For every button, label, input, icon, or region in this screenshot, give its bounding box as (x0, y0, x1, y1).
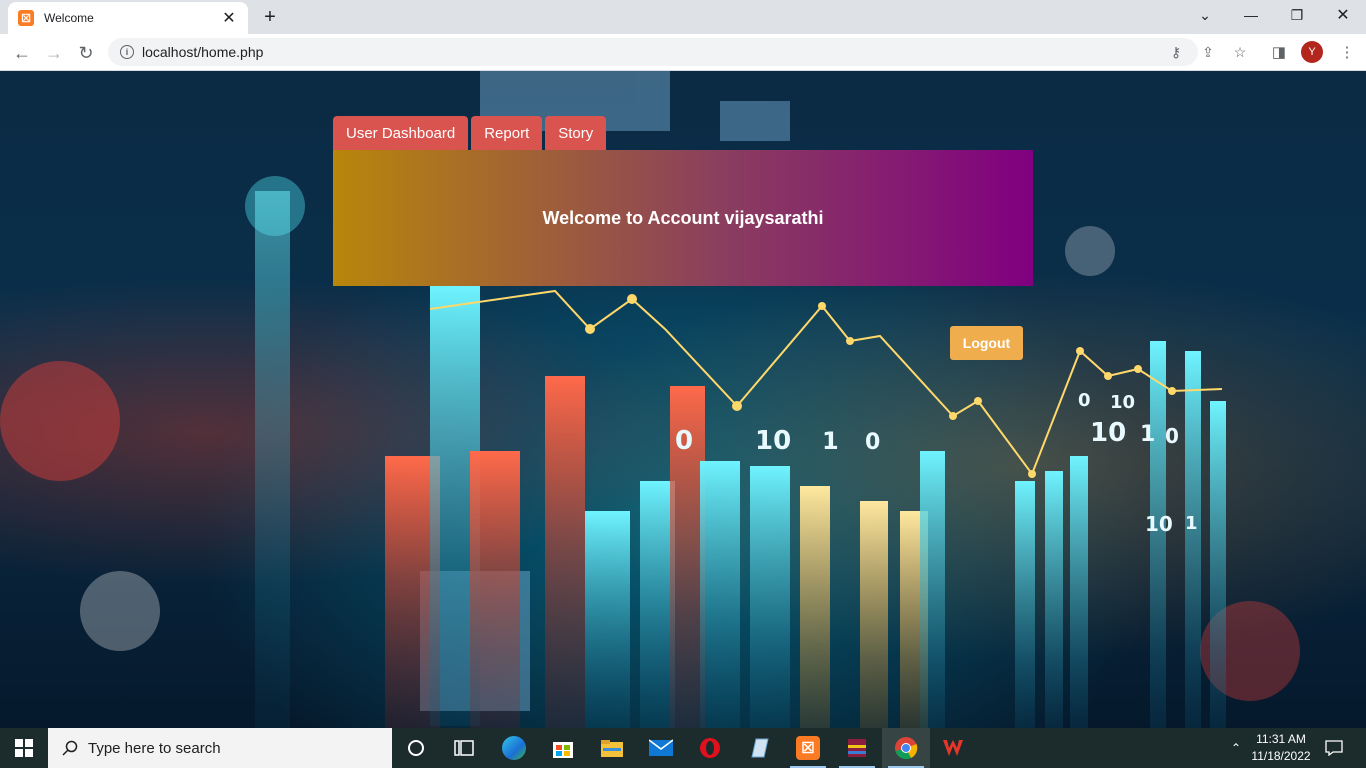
tab-story[interactable]: Story (545, 116, 607, 150)
side-panel-icon[interactable]: ◨ (1267, 40, 1291, 64)
svg-text:0: 0 (675, 426, 693, 456)
reload-button[interactable]: ↻ (72, 39, 100, 67)
svg-text:0: 0 (1165, 424, 1179, 448)
tab-user-dashboard[interactable]: User Dashboard (333, 116, 469, 150)
taskbar-search-box[interactable]: Type here to search (48, 728, 392, 768)
search-icon (62, 740, 78, 756)
xampp-icon[interactable]: ☒ (784, 728, 832, 768)
svg-text:0: 0 (865, 430, 880, 455)
mail-icon[interactable] (637, 728, 685, 768)
svg-text:10: 10 (1145, 512, 1173, 536)
minimize-button[interactable]: — (1228, 0, 1274, 30)
menu-kebab-icon[interactable]: ⋮ (1335, 40, 1359, 64)
windows-taskbar: Type here to search ☒ ⌃ 11:31 AM 11/18/2… (0, 728, 1366, 768)
welcome-banner: Welcome to Account vijaysarathi (333, 150, 1033, 286)
svg-text:1: 1 (1140, 422, 1155, 447)
url-text[interactable]: localhost/home.php (142, 44, 263, 60)
close-window-button[interactable]: ✕ (1320, 0, 1366, 30)
address-bar[interactable]: i localhost/home.php ⚷ ⇪ ☆ (108, 38, 1246, 66)
logout-button[interactable]: Logout (950, 326, 1023, 360)
restore-button[interactable]: ❐ (1274, 0, 1320, 30)
taskbar-clock[interactable]: 11:31 AM 11/18/2022 (1244, 731, 1318, 765)
clock-time: 11:31 AM (1256, 732, 1306, 746)
store-icon[interactable] (539, 728, 587, 768)
new-tab-button[interactable]: + (258, 5, 282, 29)
profile-avatar[interactable]: Y (1301, 41, 1323, 63)
notifications-icon[interactable] (1320, 728, 1348, 768)
cortana-icon[interactable] (392, 728, 440, 768)
svg-text:0: 0 (1078, 390, 1091, 411)
page-viewport: 10 1 0 0 0 10 10 1 0 10 1 User Dashboard… (0, 71, 1366, 728)
opera-icon[interactable] (686, 728, 734, 768)
tab-search-chevron-icon[interactable]: ⌄ (1182, 0, 1228, 30)
tab-strip: ☒ Welcome ✕ + ⌄ — ❐ ✕ (0, 0, 1366, 34)
tab-close-icon[interactable]: ✕ (220, 9, 238, 27)
bookmark-star-icon[interactable]: ☆ (1228, 38, 1252, 66)
file-explorer-icon[interactable] (588, 728, 636, 768)
forward-button[interactable]: → (40, 39, 68, 67)
edge-icon[interactable] (490, 728, 538, 768)
back-button[interactable]: ← (8, 39, 36, 67)
wps-icon[interactable] (931, 728, 979, 768)
svg-text:10: 10 (1110, 392, 1135, 413)
tab-report[interactable]: Report (471, 116, 543, 150)
key-icon[interactable]: ⚷ (1164, 38, 1188, 66)
share-icon[interactable]: ⇪ (1196, 38, 1220, 66)
welcome-heading: Welcome to Account vijaysarathi (542, 207, 824, 228)
chrome-icon[interactable] (882, 728, 930, 768)
svg-text:1: 1 (822, 427, 839, 455)
site-info-icon[interactable]: i (120, 45, 134, 59)
browser-toolbar: ← → ↻ i localhost/home.php ⚷ ⇪ ☆ ◨ Y ⋮ (0, 34, 1366, 71)
svg-text:1: 1 (1185, 513, 1198, 534)
winrar-icon[interactable] (833, 728, 881, 768)
browser-tab[interactable]: ☒ Welcome ✕ (8, 2, 248, 34)
xampp-favicon-icon: ☒ (18, 10, 34, 26)
svg-text:10: 10 (755, 426, 791, 456)
notepad-icon[interactable] (735, 728, 783, 768)
clock-date: 11/18/2022 (1251, 749, 1311, 763)
task-view-icon[interactable] (440, 728, 488, 768)
main-nav: User Dashboard Report Story (333, 116, 607, 150)
search-placeholder: Type here to search (88, 739, 221, 757)
start-button[interactable] (0, 728, 48, 768)
tab-title: Welcome (44, 11, 94, 25)
windows-logo-icon (15, 739, 33, 757)
svg-text:10: 10 (1090, 418, 1126, 448)
